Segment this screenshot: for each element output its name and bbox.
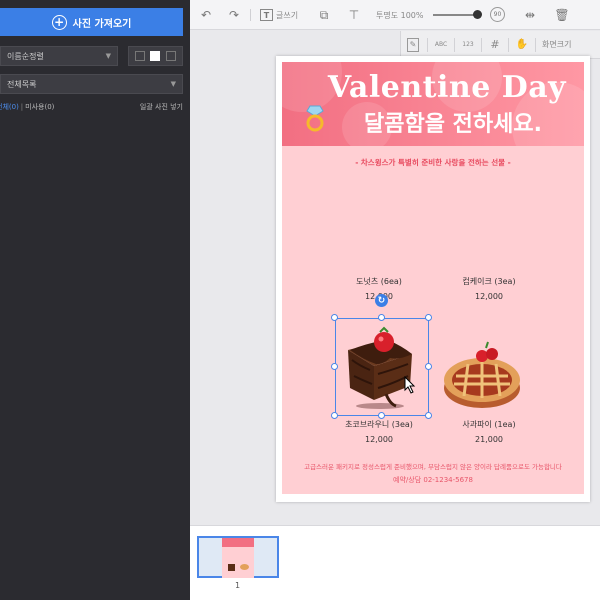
hand-tool-icon[interactable]: ✋ xyxy=(513,38,531,52)
number-format-icon[interactable]: 123 xyxy=(459,38,477,52)
top-toolbar: ↶ ↷ T 글쓰기 ⧉ ⊤ 투명도 100% 90 ⇹ 🗑 xyxy=(190,0,600,30)
category-select-value: 전체목록 xyxy=(7,79,37,89)
resize-handle-bottom-right[interactable] xyxy=(425,412,432,419)
photo-filter-row: 전체(0) | 미사용(0) 일괄 사진 넣기 xyxy=(0,100,183,114)
view-toggle xyxy=(128,46,183,66)
resize-handle-top[interactable] xyxy=(378,314,385,321)
rotate-handle-icon[interactable]: ↻ xyxy=(375,294,388,307)
sub-toolbar: ✎ ABC 123 # ✋ 화면크기 xyxy=(400,31,600,59)
left-sidebar: + 사진 가져오기 이름순정렬 ▼ 전체목록 ▼ 전체(0) | 미사용(0) … xyxy=(0,0,190,600)
product-name: 사과파이 (1ea) xyxy=(462,420,516,429)
page-number: 1 xyxy=(235,581,241,590)
view-large-icon[interactable] xyxy=(134,51,145,61)
resize-handle-bottom-left[interactable] xyxy=(331,412,338,419)
sort-select[interactable]: 이름순정렬 ▼ xyxy=(0,46,118,66)
valentine-flyer[interactable]: Valentine Day 달콤함을 전하세요. - 차스윙스가 특별히 준비한… xyxy=(282,62,584,494)
selection-box[interactable] xyxy=(335,318,429,416)
redo-icon[interactable]: ↷ xyxy=(226,8,242,22)
filter-all-link[interactable]: 전체(0) xyxy=(0,102,19,112)
flyer-contact: 예약/상담 02-1234-5678 xyxy=(393,476,473,484)
opacity-slider-knob[interactable] xyxy=(473,10,482,19)
page-thumbnails-panel: 1 xyxy=(190,525,600,600)
mouse-cursor-icon xyxy=(404,376,416,394)
rotate-icon[interactable]: 90 xyxy=(490,7,505,22)
caret-down-icon: ▼ xyxy=(105,52,111,60)
grid-icon[interactable]: # xyxy=(486,38,504,52)
divider xyxy=(427,37,428,52)
edit-page-icon[interactable]: ✎ xyxy=(407,37,419,52)
view-grid-icon[interactable] xyxy=(150,51,161,61)
page-size-label[interactable]: 화면크기 xyxy=(542,39,571,50)
resize-handle-right[interactable] xyxy=(425,363,432,370)
resize-handle-top-right[interactable] xyxy=(425,314,432,321)
resize-handle-bottom[interactable] xyxy=(378,412,385,419)
flyer-title-ko: 달콤함을 전하세요. xyxy=(364,112,542,137)
duplicate-icon[interactable]: ⧉ xyxy=(317,8,331,22)
text-tool-icon[interactable]: T xyxy=(260,9,273,21)
import-photo-button[interactable]: + 사진 가져오기 xyxy=(0,8,183,36)
filter-unused-link[interactable]: 미사용(0) xyxy=(25,102,54,112)
product-name: 컵케이크 (3ea) xyxy=(462,277,516,286)
flyer-subtitle: - 차스윙스가 특별히 준비한 사랑을 전하는 선물 - xyxy=(355,158,511,167)
product-price: 12,000 xyxy=(475,292,503,301)
divider xyxy=(250,9,251,21)
caret-down-icon: ▼ xyxy=(170,80,176,88)
flyer-title-en: Valentine Day xyxy=(327,70,567,105)
plus-icon: + xyxy=(51,14,67,30)
product-name: 도넛츠 (6ea) xyxy=(356,277,402,286)
product-price: 12,000 xyxy=(365,435,393,444)
text-tool-label[interactable]: 글쓰기 xyxy=(276,10,298,21)
undo-icon[interactable]: ↶ xyxy=(198,8,214,22)
product-name: 초코브라우니 (3ea) xyxy=(345,420,413,429)
import-photo-label: 사진 가져오기 xyxy=(72,18,132,30)
page-thumbnail[interactable] xyxy=(197,536,279,578)
resize-handle-left[interactable] xyxy=(331,363,338,370)
page-thumbnail-preview xyxy=(222,538,254,578)
sort-select-value: 이름순정렬 xyxy=(7,51,44,61)
divider xyxy=(454,37,455,52)
filter-divider: | xyxy=(20,103,24,111)
text-style-icon[interactable]: ABC xyxy=(432,38,450,52)
opacity-slider[interactable] xyxy=(433,10,482,19)
divider xyxy=(481,37,482,52)
flyer-footer-note: 고급스러운 패키지로 정성스럽게 준비했으며, 부담스럽지 않은 양이라 답례품… xyxy=(304,463,562,471)
opacity-label: 투명도 100% xyxy=(376,11,424,20)
title-banner: Valentine Day 달콤함을 전하세요. xyxy=(282,62,584,146)
bulk-insert-link[interactable]: 일괄 사진 넣기 xyxy=(140,102,183,112)
flip-horizontal-icon[interactable]: ⇹ xyxy=(523,8,537,22)
apple-pie-image xyxy=(444,341,520,408)
align-top-icon[interactable]: ⊤ xyxy=(347,8,361,22)
divider xyxy=(535,37,536,52)
divider xyxy=(508,37,509,52)
product-price: 21,000 xyxy=(475,435,503,444)
view-list-icon[interactable] xyxy=(166,51,177,61)
category-select[interactable]: 전체목록 ▼ xyxy=(0,74,183,94)
delete-icon[interactable]: 🗑 xyxy=(554,8,569,22)
resize-handle-top-left[interactable] xyxy=(331,314,338,321)
